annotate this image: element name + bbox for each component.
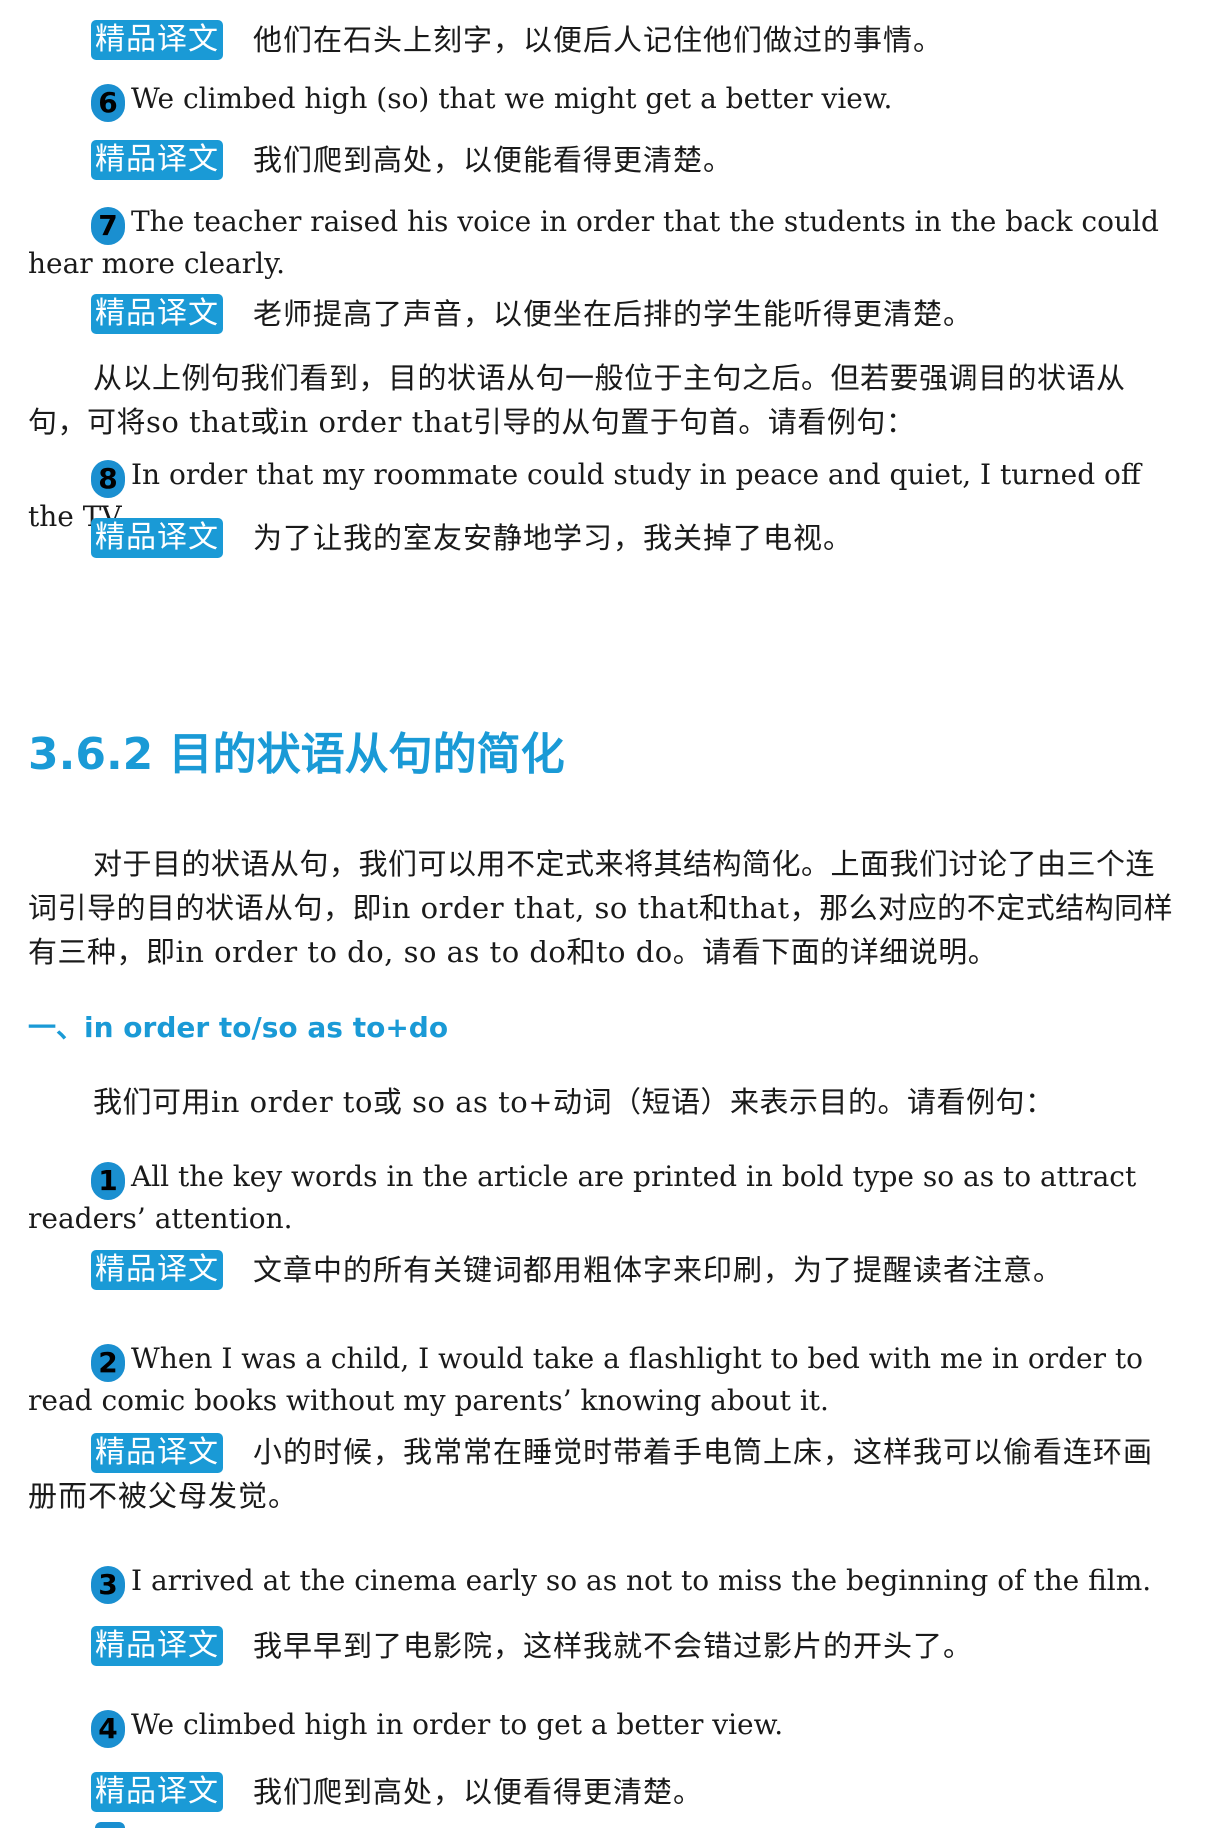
translation-badge: 精品译文	[91, 518, 223, 558]
translation-text: 我早早到了电影院，这样我就不会错过影片的开头了。	[253, 1628, 974, 1663]
translation-line: 精品译文 小的时候，我常常在睡觉时带着手电筒上床，这样我可以偷看连环画册而不被父母…	[28, 1430, 1178, 1518]
translation-text: 为了让我的室友安静地学习，我关掉了电视。	[253, 520, 854, 555]
example-sentence: 1 All the key words in the article are pr…	[28, 1158, 1178, 1237]
translation-badge: 精品译文	[91, 140, 223, 180]
example-sentence: 4 We climbed high in order to get a bette…	[28, 1706, 1178, 1748]
translation-badge: 精品译文	[91, 294, 223, 334]
translation-line: 精品译文 他们在石头上刻字，以便后人记住他们做过的事情。	[28, 20, 1178, 60]
body-paragraph: 从以上例句我们看到，目的状语从句一般位于主句之后。但若要强调目的状语从句，可将s…	[28, 361, 1126, 439]
example-text: When I was a child, I would take a flash…	[28, 1342, 1143, 1417]
translation-line: 精品译文 我早早到了电影院，这样我就不会错过影片的开头了。	[28, 1626, 1178, 1666]
translation-text: 老师提高了声音，以便坐在后排的学生能听得更清楚。	[253, 296, 974, 331]
example-text: The teacher raised his voice in order th…	[28, 205, 1159, 280]
number-badge-cutoff	[95, 1822, 125, 1828]
translation-text: 文章中的所有关键词都用粗体字来印刷，为了提醒读者注意。	[253, 1252, 1064, 1287]
section-heading: 3.6.2 目的状语从句的简化	[28, 729, 565, 780]
translation-line: 精品译文 为了让我的室友安静地学习，我关掉了电视。	[28, 518, 1178, 558]
example-number-badge: 4	[91, 1710, 125, 1748]
example-number-badge: 2	[91, 1344, 125, 1382]
body-paragraph: 对于目的状语从句，我们可以用不定式来将其结构简化。上面我们讨论了由三个连词引导的…	[28, 847, 1174, 969]
translation-line: 精品译文 文章中的所有关键词都用粗体字来印刷，为了提醒读者注意。	[28, 1250, 1178, 1290]
subsection-heading: 一、in order to/so as to+do	[28, 1011, 449, 1044]
translation-line: 精品译文 老师提高了声音，以便坐在后排的学生能听得更清楚。	[28, 294, 1178, 334]
example-sentence: 2 When I was a child, I would take a flas…	[28, 1340, 1178, 1419]
example-number-badge: 7	[91, 207, 125, 245]
translation-text: 我们爬到高处，以便看得更清楚。	[253, 1774, 704, 1809]
translation-line: 精品译文 我们爬到高处，以便能看得更清楚。	[28, 140, 1178, 180]
example-text: We climbed high (so) that we might get a…	[131, 82, 893, 115]
translation-text: 我们爬到高处，以便能看得更清楚。	[253, 142, 734, 177]
translation-badge: 精品译文	[91, 1626, 223, 1666]
translation-line: 精品译文 我们爬到高处，以便看得更清楚。	[28, 1772, 1178, 1812]
example-sentence: 3I arrived at the cinema early so as not…	[28, 1562, 1178, 1604]
example-number-badge: 1	[91, 1162, 125, 1200]
example-number-badge: 6	[91, 84, 125, 122]
translation-badge: 精品译文	[91, 1250, 223, 1290]
translation-badge: 精品译文	[91, 1433, 223, 1473]
example-text: We climbed high in order to get a better…	[131, 1708, 784, 1741]
translation-text: 他们在石头上刻字，以便后人记住他们做过的事情。	[253, 22, 944, 57]
body-paragraph: 我们可用in order to或 so as to+动词（短语）来表示目的。请看…	[93, 1085, 1055, 1119]
example-number-badge: 3	[91, 1566, 125, 1604]
example-sentence: 7 The teacher raised his voice in order t…	[28, 203, 1178, 282]
translation-badge: 精品译文	[91, 1772, 223, 1812]
example-sentence: 6 We climbed high (so) that we might get …	[28, 80, 1178, 122]
example-text: I arrived at the cinema early so as not …	[131, 1564, 1152, 1597]
example-number-badge: 8	[91, 460, 125, 498]
example-text: All the key words in the article are pri…	[28, 1160, 1137, 1235]
translation-badge: 精品译文	[91, 20, 223, 60]
